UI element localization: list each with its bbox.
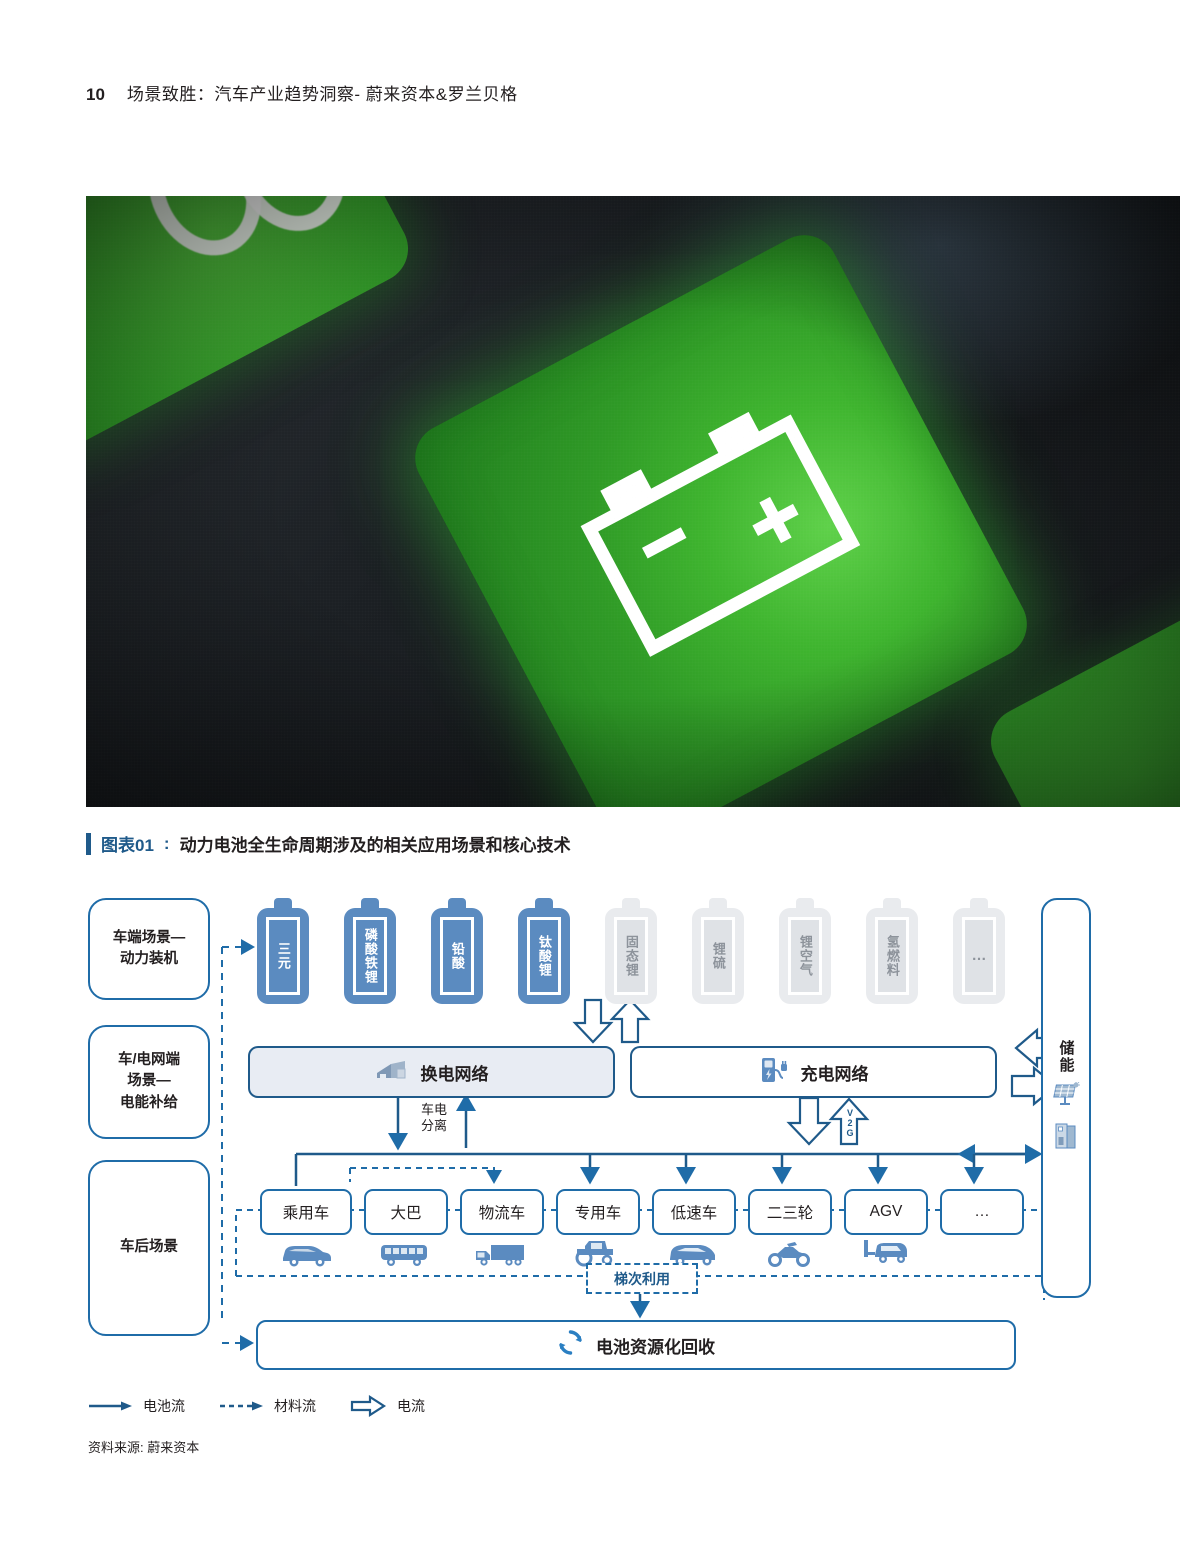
diagram-legend: 电池流 材料流 电流 bbox=[88, 1395, 425, 1417]
battery-chip-solid-state[interactable]: 固态锂 bbox=[605, 898, 657, 1004]
charging-pile-icon bbox=[759, 1056, 789, 1089]
vehicle-box-low-speed[interactable]: 低速车 bbox=[652, 1189, 736, 1235]
solar-panel-icon bbox=[1051, 1081, 1081, 1113]
swap-network-label: 换电网络 bbox=[420, 1064, 489, 1084]
battery-chip-more[interactable]: … bbox=[953, 898, 1005, 1004]
battery-chip-lfp[interactable]: 磷酸铁锂 bbox=[344, 898, 396, 1004]
figure-accent-bar bbox=[86, 832, 91, 855]
battery-chip-lto[interactable]: 钛酸锂 bbox=[518, 898, 570, 1004]
sidebar-item-stage-after-vehicle[interactable]: 车后场景 bbox=[88, 1160, 210, 1336]
battery-chip-inner: 氢燃料 bbox=[875, 917, 909, 995]
stage-label: 车/电网端 场景— 电能补给 bbox=[117, 1052, 181, 1111]
legend-label: 电流 bbox=[397, 1398, 425, 1414]
battery-separation-label: 车电 分离 bbox=[420, 1102, 447, 1133]
battery-chip-label: 锂硫 bbox=[710, 942, 726, 970]
battery-chip-label: 锂空气 bbox=[797, 935, 813, 977]
dashed-arrow-icon bbox=[220, 1401, 263, 1411]
vehicle-label: 低速车 bbox=[670, 1205, 718, 1222]
legend-item-material-flow: 材料流 bbox=[219, 1396, 316, 1416]
stage-label: 车端场景— 动力装机 bbox=[112, 929, 186, 967]
sidebar-item-stage-vehicle-power[interactable]: 车端场景— 动力装机 bbox=[88, 898, 210, 1000]
car-icon bbox=[268, 1236, 340, 1270]
battery-chip-label: 固态锂 bbox=[623, 935, 639, 977]
bus-icon bbox=[368, 1236, 440, 1270]
battery-recycling-box[interactable]: 电池资源化回收 bbox=[256, 1320, 1016, 1370]
battery-chip-label: 铅酸 bbox=[449, 942, 465, 970]
battery-chip-inner: 钛酸锂 bbox=[527, 917, 561, 995]
battery-chip-inner: 锂空气 bbox=[788, 917, 822, 995]
battery-chip-label: 三元 bbox=[275, 942, 291, 970]
vehicle-label: … bbox=[974, 1203, 990, 1220]
battery-chip-lithium-sulfur[interactable]: 锂硫 bbox=[692, 898, 744, 1004]
sidebar-item-stage-grid-energy[interactable]: 车/电网端 场景— 电能补给 bbox=[88, 1025, 210, 1139]
ladder-use-label: 梯次利用 bbox=[614, 1270, 670, 1287]
swap-network-box[interactable]: 换电网络 bbox=[248, 1046, 615, 1098]
battery-chip-label: 磷酸铁锂 bbox=[362, 928, 378, 984]
vehicle-label: AGV bbox=[869, 1203, 903, 1220]
truck-icon bbox=[464, 1236, 536, 1270]
photo-vignette bbox=[86, 196, 1180, 807]
battery-chip-label: 氢燃料 bbox=[884, 935, 900, 977]
vehicle-label: 二三轮 bbox=[766, 1205, 814, 1222]
source-note: 资料来源: 蔚来资本 bbox=[88, 1440, 200, 1455]
stage-label: 车后场景 bbox=[120, 1239, 178, 1256]
motorcycle-icon bbox=[752, 1236, 824, 1270]
legend-item-battery-flow: 电池流 bbox=[88, 1396, 185, 1416]
vehicle-box-agv[interactable]: AGV bbox=[844, 1189, 928, 1235]
legend-label: 材料流 bbox=[274, 1398, 316, 1414]
vehicle-label: 乘用车 bbox=[282, 1205, 330, 1222]
figure-number: 图表01 bbox=[101, 836, 154, 855]
v2g-label: V2G bbox=[845, 1108, 855, 1138]
battery-chip-lithium-air[interactable]: 锂空气 bbox=[779, 898, 831, 1004]
vehicle-label: 物流车 bbox=[478, 1205, 526, 1222]
battery-chip-inner: 锂硫 bbox=[701, 917, 735, 995]
solid-arrow-icon bbox=[89, 1401, 132, 1411]
charge-network-box[interactable]: 充电网络 bbox=[630, 1046, 997, 1098]
page-number: 10 bbox=[86, 85, 105, 104]
battery-cabinet-icon bbox=[1053, 1121, 1079, 1156]
battery-chip-label: … bbox=[971, 947, 987, 965]
battery-chip-inner: 磷酸铁锂 bbox=[353, 917, 387, 995]
hero-photo bbox=[86, 196, 1180, 807]
battery-chip-inner: 固态锂 bbox=[614, 917, 648, 995]
vehicle-box-more[interactable]: … bbox=[940, 1189, 1024, 1235]
agv-icon bbox=[848, 1234, 920, 1268]
battery-chip-hydrogen-fuel[interactable]: 氢燃料 bbox=[866, 898, 918, 1004]
block-arrow-icon bbox=[350, 1395, 387, 1417]
ladder-use-tag[interactable]: 梯次利用 bbox=[586, 1263, 698, 1294]
energy-storage-panel[interactable]: 储能 bbox=[1041, 898, 1091, 1298]
vehicle-label: 专用车 bbox=[574, 1205, 622, 1222]
vehicle-box-logistics-truck[interactable]: 物流车 bbox=[460, 1189, 544, 1235]
vehicle-box-bus[interactable]: 大巴 bbox=[364, 1189, 448, 1235]
vehicle-label: 大巴 bbox=[390, 1205, 422, 1222]
legend-label: 电池流 bbox=[143, 1398, 185, 1414]
legend-item-power-flow: 电流 bbox=[350, 1395, 425, 1417]
page-header: 10 场景致胜：汽车产业趋势洞察- 蔚来资本&罗兰贝格 bbox=[86, 80, 518, 105]
vehicle-box-passenger-car[interactable]: 乘用车 bbox=[260, 1189, 352, 1235]
recycle-icon bbox=[557, 1329, 584, 1361]
figure-separator: : bbox=[163, 833, 170, 853]
figure-caption: 图表01 : 动力电池全生命周期涉及的相关应用场景和核心技术 bbox=[86, 831, 571, 856]
battery-chip-sanyuan[interactable]: 三元 bbox=[257, 898, 309, 1004]
battery-recycling-label: 电池资源化回收 bbox=[596, 1337, 715, 1357]
battery-chip-inner: 三元 bbox=[266, 917, 300, 995]
energy-storage-label: 储能 bbox=[1057, 1040, 1075, 1074]
page-header-title: 场景致胜：汽车产业趋势洞察- 蔚来资本&罗兰贝格 bbox=[126, 85, 518, 104]
swap-station-icon bbox=[375, 1057, 409, 1088]
charge-network-label: 充电网络 bbox=[800, 1064, 869, 1084]
figure-title: 动力电池全生命周期涉及的相关应用场景和核心技术 bbox=[179, 836, 571, 855]
vehicle-box-special-vehicle[interactable]: 专用车 bbox=[556, 1189, 640, 1235]
battery-chip-label: 钛酸锂 bbox=[536, 935, 552, 977]
battery-chip-lead-acid[interactable]: 铅酸 bbox=[431, 898, 483, 1004]
battery-chip-inner: … bbox=[962, 917, 996, 995]
battery-chip-inner: 铅酸 bbox=[440, 917, 474, 995]
vehicle-box-two-three-wheeler[interactable]: 二三轮 bbox=[748, 1189, 832, 1235]
lifecycle-diagram: 车端场景— 动力装机 车/电网端 场景— 电能补给 车后场景 三元 磷酸铁锂 铅酸 钛… bbox=[0, 880, 1181, 1440]
